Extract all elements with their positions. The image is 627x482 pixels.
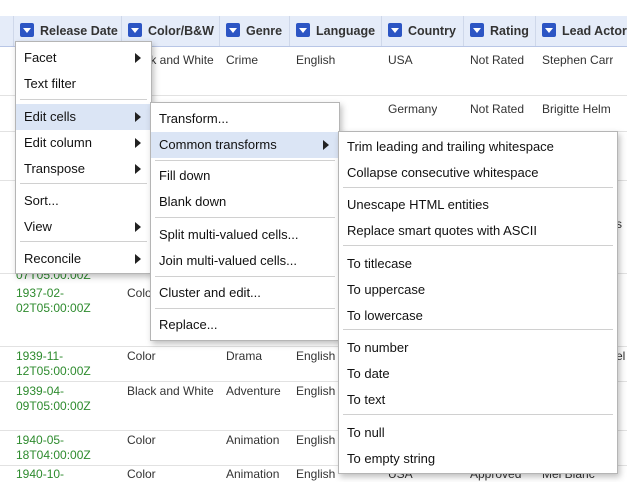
genre-cell: Animation: [226, 433, 280, 447]
submenu-arrow-icon: [135, 164, 141, 174]
date-cell-line2: 12T05:00:00Z: [16, 364, 91, 378]
menu-item-common-transforms[interactable]: Common transforms: [151, 132, 339, 158]
submenu-arrow-icon: [135, 112, 141, 122]
row-index-header: [0, 16, 14, 46]
column-dropdown-icon[interactable]: [226, 23, 240, 37]
menu-item-reconcile[interactable]: Reconcile: [16, 246, 151, 272]
menu-item-fill-down[interactable]: Fill down: [151, 163, 339, 189]
submenu-arrow-icon: [323, 140, 329, 150]
rating-cell: Not Rated: [470, 53, 525, 67]
column-dropdown-icon[interactable]: [388, 23, 402, 37]
menu-item-cluster-and-edit[interactable]: Cluster and edit...: [151, 280, 339, 306]
date-cell-line1: 1939-04-: [16, 384, 65, 398]
menu-item-blank-down[interactable]: Blank down: [151, 189, 339, 215]
menu-separator: [20, 241, 147, 242]
date-cell-line2: 02T05:00:00Z: [16, 301, 91, 315]
column-dropdown-icon[interactable]: [128, 23, 142, 37]
menu-item-facet[interactable]: Facet: [16, 45, 151, 71]
menu-separator: [343, 414, 613, 415]
column-header-language[interactable]: Language: [290, 16, 382, 46]
genre-cell: Crime: [226, 53, 258, 67]
submenu-arrow-icon: [135, 53, 141, 63]
menu-separator: [343, 245, 613, 246]
menu-item-to-text[interactable]: To text: [339, 387, 617, 413]
menu-item-to-date[interactable]: To date: [339, 361, 617, 387]
menu-item-to-titlecase[interactable]: To titlecase: [339, 251, 617, 277]
date-cell-line1: 1939-11-: [16, 349, 64, 363]
menu-item-replace-smart-quotes[interactable]: Replace smart quotes with ASCII: [339, 218, 617, 244]
submenu-arrow-icon: [135, 222, 141, 232]
actor-cell: Brigitte Helm: [542, 102, 611, 116]
column-dropdown-icon[interactable]: [20, 23, 34, 37]
column-header-rating[interactable]: Rating: [464, 16, 536, 46]
menu-item-to-empty-string[interactable]: To empty string: [339, 446, 617, 472]
menu-item-split-multi-valued[interactable]: Split multi-valued cells...: [151, 222, 339, 248]
column-dropdown-icon[interactable]: [542, 23, 556, 37]
submenu-arrow-icon: [135, 254, 141, 264]
menu-item-collapse-whitespace[interactable]: Collapse consecutive whitespace: [339, 160, 617, 186]
menu-item-transpose[interactable]: Transpose: [16, 156, 151, 182]
date-cell-line2: 18T04:00:00Z: [16, 448, 91, 462]
menu-separator: [343, 187, 613, 188]
column-dropdown-icon[interactable]: [296, 23, 310, 37]
common-transforms-submenu: Trim leading and trailing whitespace Col…: [338, 131, 618, 474]
color-cell: Black and White: [127, 384, 214, 398]
column-header-country[interactable]: Country: [382, 16, 464, 46]
menu-separator: [20, 183, 147, 184]
language-cell: English: [296, 384, 336, 398]
menu-item-join-multi-valued[interactable]: Join multi-valued cells...: [151, 248, 339, 274]
column-dropdown-icon[interactable]: [470, 23, 484, 37]
menu-item-edit-column[interactable]: Edit column: [16, 130, 151, 156]
menu-item-view[interactable]: View: [16, 214, 151, 240]
menu-separator: [155, 160, 335, 161]
menu-item-to-null[interactable]: To null: [339, 420, 617, 446]
column-header-genre[interactable]: Genre: [220, 16, 290, 46]
date-cell-line2: 09T05:00:00Z: [16, 399, 91, 413]
menu-item-text-filter[interactable]: Text filter: [16, 71, 151, 97]
menu-item-to-lowercase[interactable]: To lowercase: [339, 303, 617, 329]
rating-cell: Not Rated: [470, 102, 525, 116]
country-cell: USA: [388, 53, 413, 67]
genre-cell: Adventure: [226, 384, 281, 398]
menu-separator: [20, 99, 147, 100]
menu-separator: [155, 308, 335, 309]
color-cell: Color: [127, 433, 156, 447]
genre-cell: Drama: [226, 349, 263, 363]
language-cell: English: [296, 433, 336, 447]
menu-separator: [343, 329, 613, 330]
menu-separator: [155, 276, 335, 277]
date-cell-line1: 1940-05-: [16, 433, 65, 447]
language-cell: English: [296, 53, 336, 67]
color-cell: Color: [127, 349, 156, 363]
menu-item-sort[interactable]: Sort...: [16, 188, 151, 214]
menu-item-replace[interactable]: Replace...: [151, 312, 339, 338]
submenu-arrow-icon: [135, 138, 141, 148]
language-cell: English: [296, 349, 336, 363]
column-context-menu: Facet Text filter Edit cells Edit column…: [15, 41, 152, 274]
menu-item-to-uppercase[interactable]: To uppercase: [339, 277, 617, 303]
menu-item-to-number[interactable]: To number: [339, 335, 617, 361]
menu-item-unescape-html[interactable]: Unescape HTML entities: [339, 192, 617, 218]
column-header-lead-actor[interactable]: Lead Actor: [536, 16, 627, 46]
actor-cell: Stephen Carr: [542, 53, 614, 67]
edit-cells-submenu: Transform... Common transforms Fill down…: [150, 102, 340, 341]
menu-item-edit-cells[interactable]: Edit cells: [16, 104, 151, 130]
menu-item-transform[interactable]: Transform...: [151, 106, 339, 132]
date-cell-line1: 1937-02-: [16, 286, 65, 300]
menu-separator: [155, 217, 335, 218]
country-cell: Germany: [388, 102, 438, 116]
menu-item-trim-whitespace[interactable]: Trim leading and trailing whitespace: [339, 134, 617, 160]
